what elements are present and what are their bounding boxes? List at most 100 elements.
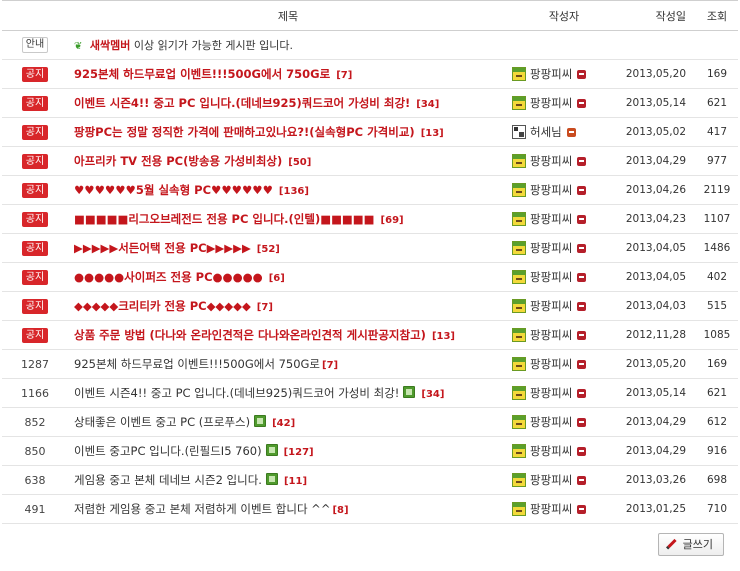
author-name[interactable]: 허세님 <box>530 125 562 139</box>
post-title-link[interactable]: 상태좋은 이벤트 중고 PC (프로푸스) <box>74 415 250 429</box>
comment-count[interactable]: [52] <box>257 244 280 255</box>
post-title-link[interactable]: 팡팡PC는 정말 정직한 가격에 판매하고있나요?!(실속형PC 가격비교) <box>74 125 415 139</box>
leaf-icon: ❦ <box>74 41 83 52</box>
view-count: 417 <box>706 126 728 138</box>
member-level-icon <box>512 96 526 110</box>
comment-count[interactable]: [8] <box>332 505 348 516</box>
author-name[interactable]: 팡팡피씨 <box>530 415 572 429</box>
comment-count[interactable]: [127] <box>284 447 314 458</box>
notice-row: 공지 ●●●●●사이퍼즈 전용 PC●●●●● [6] 팡팡피씨 2013,04,05 4… <box>2 263 738 292</box>
author-name[interactable]: 팡팡피씨 <box>530 299 572 313</box>
post-title-link[interactable]: 이벤트 시즌4!! 중고 PC 입니다.(데네브925)쿼드코어 가성비 최강! <box>74 96 410 110</box>
message-icon[interactable] <box>577 70 587 79</box>
member-level-icon <box>512 299 526 313</box>
new-post-icon <box>403 386 416 398</box>
post-number: 852 <box>24 415 46 429</box>
post-title-link[interactable]: 아프리카 TV 전용 PC(방송용 가성비최상) <box>74 154 282 168</box>
post-title-link[interactable]: 이벤트 시즌4!! 중고 PC 입니다.(데네브925)쿼드코어 가성비 최강! <box>74 386 399 400</box>
message-icon[interactable] <box>577 418 587 427</box>
message-icon[interactable] <box>577 186 587 195</box>
author-name[interactable]: 팡팡피씨 <box>530 67 572 81</box>
header-author: 작성자 <box>508 0 620 31</box>
message-icon[interactable] <box>577 273 587 282</box>
post-title-link[interactable]: ♥♥♥♥♥♥5월 실속형 PC♥♥♥♥♥♥ <box>74 183 273 197</box>
comment-count[interactable]: [136] <box>279 186 309 197</box>
post-title-link[interactable]: 게임용 중고 본체 데네브 시즌2 입니다. <box>74 473 262 487</box>
comment-count[interactable]: [6] <box>269 273 285 284</box>
author-name[interactable]: 팡팡피씨 <box>530 328 572 342</box>
comment-count[interactable]: [69] <box>381 215 404 226</box>
comment-count[interactable]: [50] <box>288 157 311 168</box>
author-name[interactable]: 팡팡피씨 <box>530 183 572 197</box>
member-level-icon <box>512 473 526 487</box>
member-level-icon <box>512 183 526 197</box>
view-count: 169 <box>706 358 728 370</box>
view-count: 977 <box>706 155 728 167</box>
post-row: 1287 925본체 하드무료업 이벤트!!!500G에서 750G로 [7] 팡팡피… <box>2 350 738 379</box>
author-name[interactable]: 팡팡피씨 <box>530 357 572 371</box>
write-area: 글쓰기 <box>657 533 724 556</box>
notice-row: 공지 925본체 하드무료업 이벤트!!!500G에서 750G로 [7] 팡팡피씨 2… <box>2 60 738 89</box>
post-title-link[interactable]: ◆◆◆◆◆크리티카 전용 PC◆◆◆◆◆ <box>74 299 251 313</box>
comment-count[interactable]: [34] <box>416 99 439 110</box>
header-views: 조회 <box>696 0 738 31</box>
message-icon[interactable] <box>577 447 587 456</box>
member-level-icon <box>512 67 526 81</box>
author-name[interactable]: 팡팡피씨 <box>530 241 572 255</box>
message-icon[interactable] <box>566 128 576 137</box>
author-name[interactable]: 팡팡피씨 <box>530 270 572 284</box>
member-level-icon <box>512 444 526 458</box>
post-date: 2013,04,03 <box>625 300 686 312</box>
author-name[interactable]: 팡팡피씨 <box>530 154 572 168</box>
comment-count[interactable]: [42] <box>272 418 295 429</box>
post-title-link[interactable]: ■■■■■리그오브레전드 전용 PC 입니다.(인텔)■■■■■ <box>74 212 375 226</box>
comment-count[interactable]: [13] <box>432 331 455 342</box>
post-title-link[interactable]: ▶▶▶▶▶서든어택 전용 PC▶▶▶▶▶ <box>74 241 251 255</box>
message-icon[interactable] <box>577 157 587 166</box>
message-icon[interactable] <box>577 476 587 485</box>
message-icon[interactable] <box>577 99 587 108</box>
post-title-link[interactable]: 925본체 하드무료업 이벤트!!!500G에서 750G로 <box>74 67 330 81</box>
author-name[interactable]: 팡팡피씨 <box>530 444 572 458</box>
post-title-link[interactable]: 상품 주문 방법 (다나와 온라인견적은 다나와온라인견적 게시판공지참고) <box>74 328 426 342</box>
author-name[interactable]: 팡팡피씨 <box>530 96 572 110</box>
comment-count[interactable]: [11] <box>284 476 307 487</box>
post-title-link[interactable]: ●●●●●사이퍼즈 전용 PC●●●●● <box>74 270 263 284</box>
message-icon[interactable] <box>577 360 587 369</box>
post-title-link[interactable]: 925본체 하드무료업 이벤트!!!500G에서 750G로 <box>74 357 320 371</box>
author-name[interactable]: 팡팡피씨 <box>530 473 572 487</box>
comment-count[interactable]: [13] <box>421 128 444 139</box>
member-level-icon <box>512 415 526 429</box>
comment-count[interactable]: [7] <box>322 360 338 371</box>
message-icon[interactable] <box>577 302 587 311</box>
message-icon[interactable] <box>577 505 587 514</box>
guide-row: 안내 ❦ 새싹멤버 이상 읽기가 가능한 게시판 입니다. <box>2 31 738 60</box>
post-date: 2013,05,14 <box>625 387 686 399</box>
post-date: 2013,01,25 <box>625 503 686 515</box>
post-title-link[interactable]: 이벤트 중고PC 입니다.(린필드I5 760) <box>74 444 262 458</box>
message-icon[interactable] <box>577 244 587 253</box>
post-number: 1166 <box>21 386 49 400</box>
notice-row: 공지 ▶▶▶▶▶서든어택 전용 PC▶▶▶▶▶ [52] 팡팡피씨 2013,04,05… <box>2 234 738 263</box>
message-icon[interactable] <box>577 389 587 398</box>
notice-row: 공지 ◆◆◆◆◆크리티카 전용 PC◆◆◆◆◆ [7] 팡팡피씨 2013,04,03 5… <box>2 292 738 321</box>
table-body: 안내 ❦ 새싹멤버 이상 읽기가 가능한 게시판 입니다. 공지 925본체 하드… <box>2 31 738 524</box>
guide-level: 새싹멤버 <box>89 39 131 52</box>
notice-badge: 공지 <box>22 95 48 111</box>
guide-badge: 안내 <box>22 37 48 53</box>
notice-badge: 공지 <box>22 327 48 343</box>
comment-count[interactable]: [7] <box>257 302 273 313</box>
notice-badge: 공지 <box>22 240 48 256</box>
comment-count[interactable]: [7] <box>336 70 352 81</box>
view-count: 2119 <box>703 184 731 196</box>
comment-count[interactable]: [34] <box>421 389 444 400</box>
post-date: 2013,05,02 <box>625 126 686 138</box>
author-name[interactable]: 팡팡피씨 <box>530 502 572 516</box>
message-icon[interactable] <box>577 215 587 224</box>
write-button[interactable]: 글쓰기 <box>657 533 724 556</box>
post-title-link[interactable]: 저렴한 게임용 중고 본체 저렴하게 이벤트 합니다 ^^ <box>74 502 330 516</box>
author-name[interactable]: 팡팡피씨 <box>530 212 572 226</box>
new-post-icon <box>254 415 267 427</box>
message-icon[interactable] <box>577 331 587 340</box>
author-name[interactable]: 팡팡피씨 <box>530 386 572 400</box>
